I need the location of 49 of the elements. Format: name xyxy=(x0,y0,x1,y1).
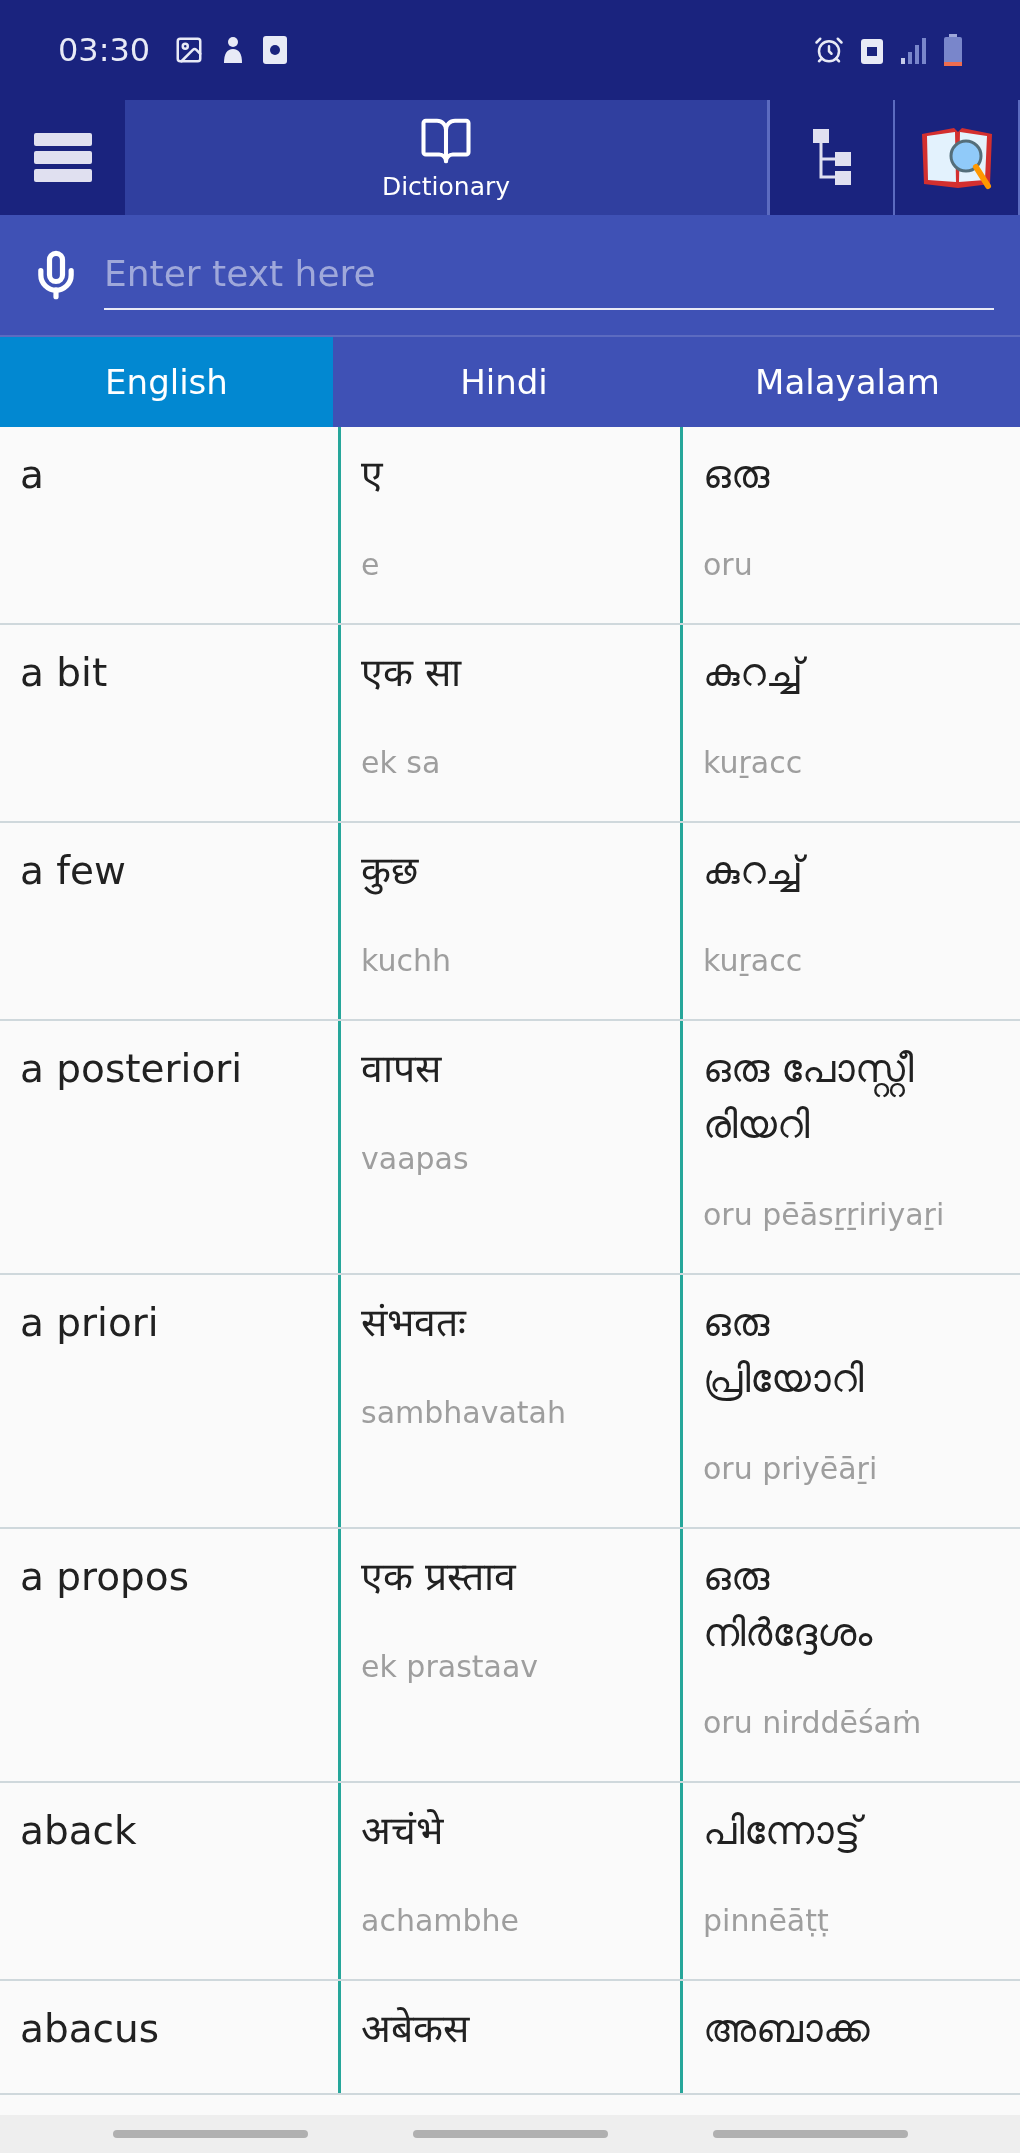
translation: अचंभे xyxy=(361,1807,443,1855)
translation: संभवतः xyxy=(361,1299,466,1347)
nav-handle[interactable] xyxy=(412,2130,608,2138)
translation: ഒരു നിർദ്ദേശം xyxy=(703,1553,874,1657)
transliteration: kuchh xyxy=(361,942,451,980)
search-field[interactable]: Enter text here xyxy=(104,240,994,310)
english-word: a xyxy=(20,451,44,499)
translation: वापस xyxy=(361,1045,441,1093)
english-word: aback xyxy=(20,1807,137,1855)
square-icon xyxy=(262,35,289,65)
transliteration: ek prastaav xyxy=(361,1648,539,1686)
battery-icon xyxy=(944,34,962,66)
transliteration: kuṟacc xyxy=(703,942,803,980)
signal-icon xyxy=(900,36,928,64)
translation: एक सा xyxy=(361,649,462,697)
transliteration: sambhavatah xyxy=(361,1394,566,1432)
search-bar[interactable]: Enter text here xyxy=(0,215,1020,335)
menu-icon xyxy=(33,132,92,183)
nav-handle[interactable] xyxy=(112,2130,308,2138)
transliteration: vaapas xyxy=(361,1140,469,1178)
transliteration: e xyxy=(361,546,380,584)
english-word: a few xyxy=(20,847,126,895)
translation: ഒരു പോസ്റ്റീ രിയറി xyxy=(703,1045,915,1149)
english-word: a posteriori xyxy=(20,1045,243,1093)
dictionary-tab[interactable]: Dictionary xyxy=(125,100,770,215)
translation: ഒരു xyxy=(703,451,769,499)
transliteration: achambhe xyxy=(361,1902,519,1940)
transliteration: oru xyxy=(703,546,753,584)
english-word: abacus xyxy=(20,2005,160,2053)
transliteration: kuṟacc xyxy=(703,744,803,782)
english-word: a priori xyxy=(20,1299,159,1347)
translation: अबेकस xyxy=(361,2005,469,2053)
transliteration: pinnēāṭṭ xyxy=(703,1902,829,1940)
translation: ഒരു പ്രിയോറി xyxy=(703,1299,864,1403)
english-word: a propos xyxy=(20,1553,190,1601)
status-time: 03:30 xyxy=(58,31,151,69)
english-word: a bit xyxy=(20,649,108,697)
translation: അബാക്ക xyxy=(703,2005,870,2053)
nav-handle[interactable] xyxy=(712,2130,908,2138)
translation: एक प्रस्ताव xyxy=(361,1553,517,1601)
transliteration: oru priyēāṟi xyxy=(703,1450,878,1488)
transliteration: ek sa xyxy=(361,744,441,782)
language-tab[interactable]: English xyxy=(0,337,333,427)
transliteration: oru pēāsṟṟiriyaṟi xyxy=(703,1196,945,1234)
alarm-icon xyxy=(814,35,844,65)
image-icon xyxy=(174,35,205,65)
transliteration: oru nirddēśaṁ xyxy=(703,1704,922,1742)
translation: कुछ xyxy=(361,847,418,897)
translation: ए xyxy=(361,451,383,499)
